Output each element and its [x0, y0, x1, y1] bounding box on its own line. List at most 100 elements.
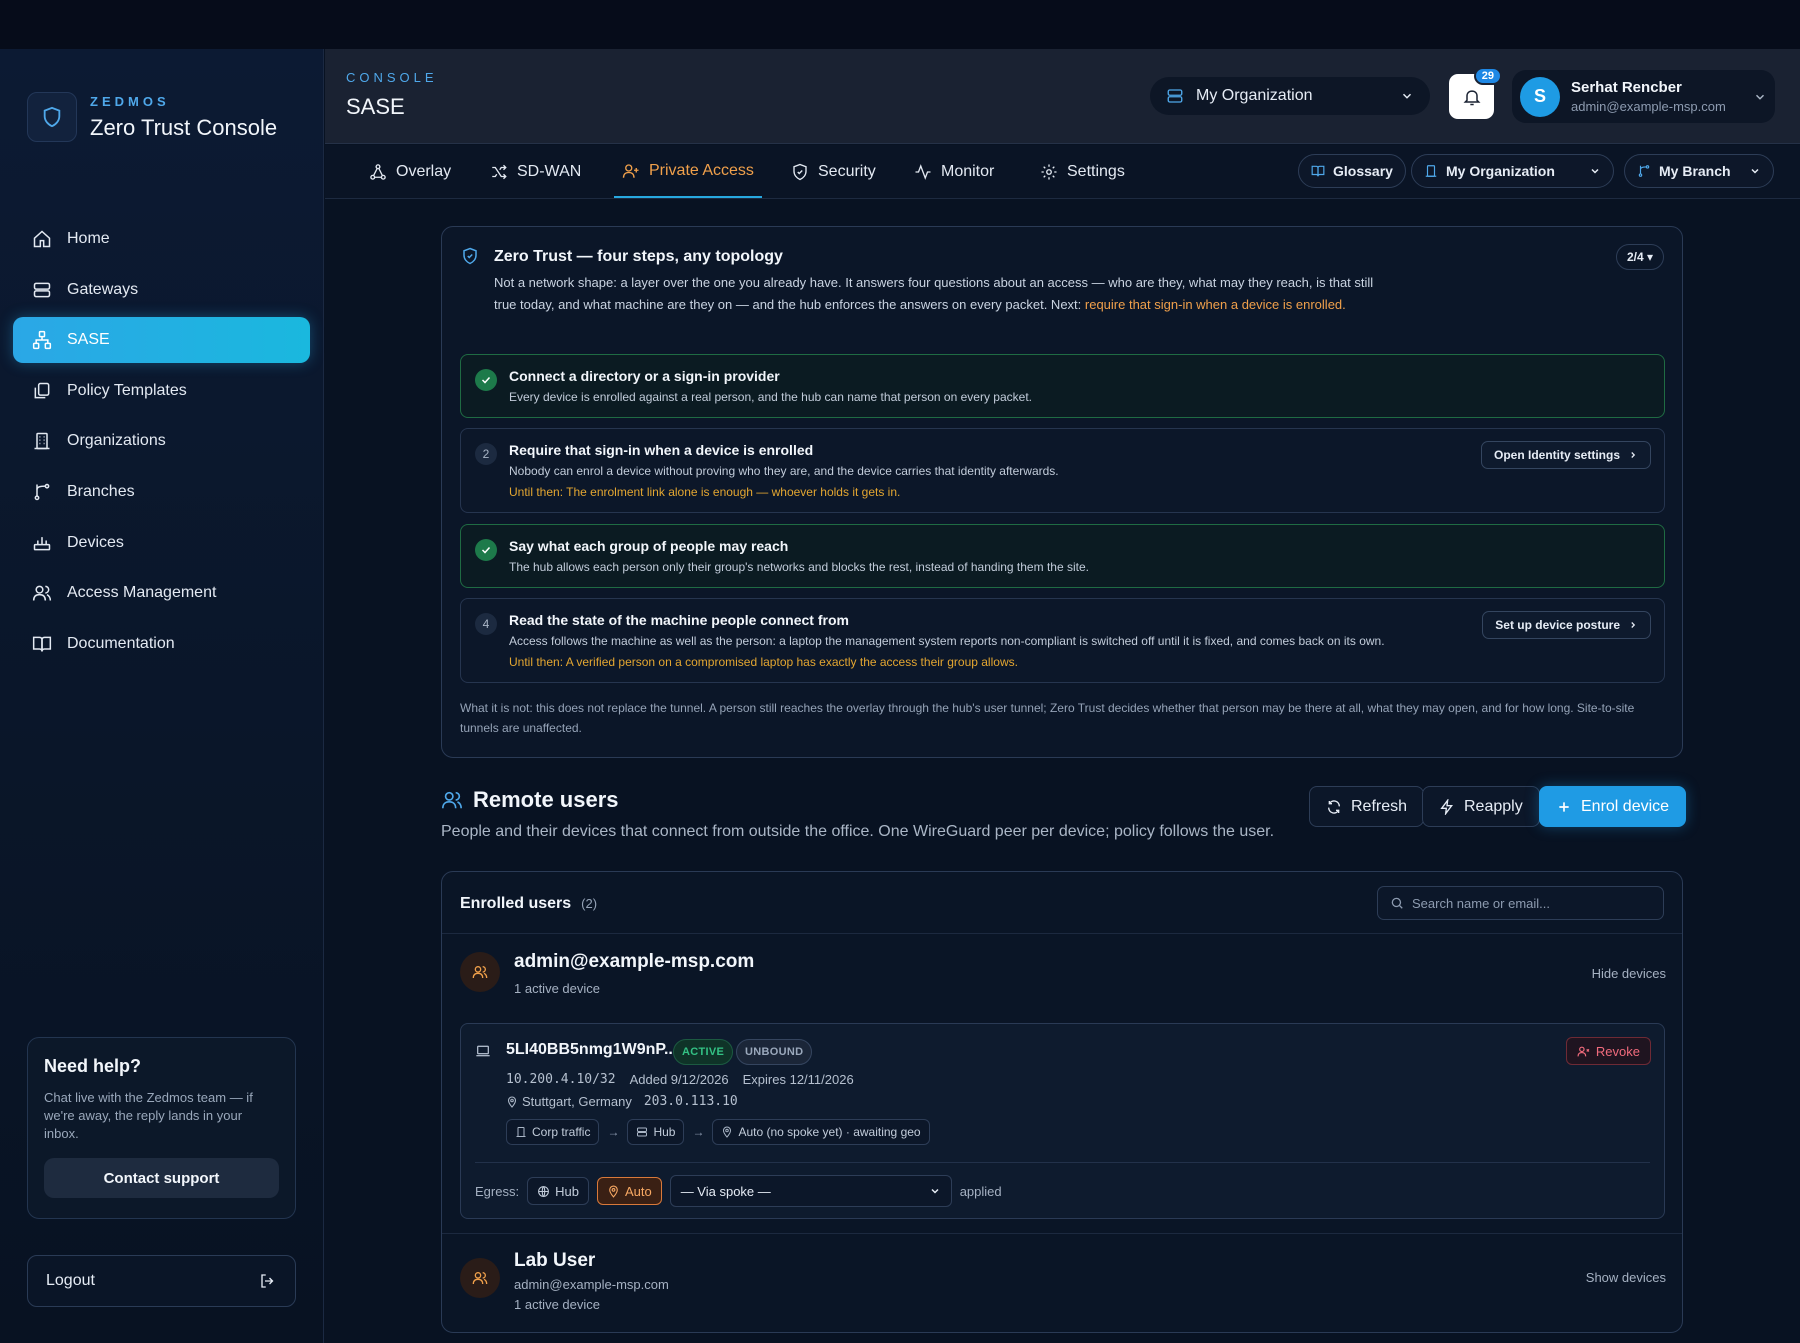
- flow-egress-label: Auto (no spoke yet) · awaiting geo: [738, 1125, 921, 1139]
- organization-filter[interactable]: My Organization: [1411, 154, 1614, 188]
- organization-select-label: My Organization: [1196, 87, 1313, 104]
- branch-icon: [31, 481, 53, 503]
- sidebar-item-branches[interactable]: Branches: [13, 469, 310, 515]
- user-name: admin@example-msp.com: [514, 951, 755, 972]
- organization-select[interactable]: My Organization: [1150, 77, 1430, 115]
- user-name: Serhat Rencber: [1571, 79, 1682, 96]
- step-title: Read the state of the machine people con…: [509, 612, 849, 628]
- building-icon: [1424, 164, 1438, 178]
- users-icon: [31, 582, 53, 604]
- egress-hub-option[interactable]: Hub: [527, 1177, 589, 1205]
- chevron-down-icon: [929, 1185, 941, 1197]
- revoke-label: Revoke: [1595, 1043, 1640, 1059]
- glossary-button[interactable]: Glossary: [1298, 154, 1406, 188]
- step-number: 2: [475, 443, 497, 465]
- zero-trust-next-step-link[interactable]: require that sign-in when a device is en…: [1085, 297, 1346, 312]
- chevron-down-icon: [1589, 165, 1601, 177]
- arrow-right-icon: →: [692, 1125, 705, 1139]
- help-title: Need help?: [44, 1056, 142, 1076]
- sidebar-item-documentation[interactable]: Documentation: [13, 621, 310, 667]
- activity-icon: [914, 163, 932, 181]
- sidebar-item-label: Policy Templates: [67, 381, 187, 399]
- revoke-button[interactable]: Revoke: [1565, 1037, 1651, 1065]
- search-box: [1377, 886, 1664, 920]
- sidebar-item-home[interactable]: Home: [13, 216, 310, 262]
- chevron-down-icon: [1753, 90, 1767, 104]
- users-icon: [441, 789, 463, 811]
- step-description: Nobody can enrol a device without provin…: [509, 464, 1059, 478]
- map-pin-icon: [607, 1185, 620, 1198]
- device-public-ip: 203.0.113.10: [643, 1094, 738, 1109]
- enrolled-users-label: Enrolled users: [460, 895, 572, 912]
- globe-icon: [537, 1185, 550, 1198]
- button-label: Open Identity settings: [1493, 448, 1620, 462]
- sidebar-item-access-management[interactable]: Access Management: [13, 570, 310, 616]
- sidebar-item-organizations[interactable]: Organizations: [13, 418, 310, 464]
- button-label: Set up device posture: [1495, 618, 1620, 632]
- step-description: The hub allows each person only their gr…: [509, 560, 1089, 574]
- enrol-device-label: Enrol device: [1581, 797, 1670, 815]
- reapply-button[interactable]: Reapply: [1422, 786, 1540, 827]
- chevron-right-icon: [1628, 450, 1638, 460]
- sidebar-item-sase[interactable]: SASE: [13, 317, 310, 364]
- sidebar-item-label: Documentation: [67, 634, 175, 652]
- sidebar-item-label: Branches: [67, 482, 135, 500]
- user-device-count: 1 active device: [514, 981, 600, 996]
- gear-icon: [1040, 163, 1058, 181]
- status-badge: ACTIVE: [673, 1039, 734, 1065]
- sidebar-item-gateways[interactable]: Gateways: [13, 267, 310, 313]
- remote-users-title: Remote users: [473, 787, 619, 812]
- set-up-device-posture-button[interactable]: Set up device posture: [1482, 611, 1651, 639]
- avatar: S: [1520, 76, 1560, 117]
- tab-bar: Overlay SD-WAN Private Access Security M…: [325, 145, 1800, 199]
- user-menu[interactable]: S Serhat Rencber admin@example-msp.com: [1512, 70, 1775, 123]
- tab-sd-wan[interactable]: SD-WAN: [482, 145, 589, 198]
- remote-users-subtitle: People and their devices that connect fr…: [441, 823, 1275, 840]
- lightning-icon: [1439, 798, 1455, 815]
- contact-support-button[interactable]: Contact support: [44, 1158, 279, 1198]
- search-input[interactable]: [1412, 895, 1642, 911]
- tab-security[interactable]: Security: [783, 145, 884, 198]
- show-devices-toggle[interactable]: Show devices: [1586, 1270, 1666, 1285]
- sidebar-item-devices[interactable]: Devices: [13, 520, 310, 566]
- egress-auto-option[interactable]: Auto: [596, 1177, 662, 1205]
- logout-button[interactable]: Logout: [27, 1255, 296, 1307]
- step-title: Connect a directory or a sign-in provide…: [509, 368, 780, 384]
- notification-count-badge: 29: [1473, 67, 1502, 85]
- tab-settings[interactable]: Settings: [1032, 145, 1133, 198]
- device-expires: Expires 12/11/2026: [742, 1072, 854, 1087]
- device-added: Added 9/12/2026: [629, 1072, 729, 1087]
- step-item: 4 Read the state of the machine people c…: [460, 598, 1665, 683]
- building-icon: [31, 430, 53, 452]
- book-icon: [1311, 164, 1325, 178]
- server-icon: [31, 279, 53, 301]
- flow-hub-label: Hub: [653, 1125, 676, 1139]
- branch-filter[interactable]: My Branch: [1624, 154, 1774, 188]
- via-spoke-select[interactable]: — Via spoke —: [669, 1175, 952, 1207]
- user-avatar-icon: [460, 952, 500, 992]
- zero-trust-title: Zero Trust — four steps, any topology: [494, 248, 783, 265]
- check-icon: [475, 539, 497, 561]
- tab-monitor[interactable]: Monitor: [906, 145, 1002, 198]
- server-icon: [636, 1126, 648, 1138]
- step-counter-dropdown[interactable]: 2/4 ▾: [1615, 244, 1664, 270]
- reapply-label: Reapply: [1464, 797, 1523, 815]
- sidebar-item-policy-templates[interactable]: Policy Templates: [13, 368, 310, 414]
- refresh-button[interactable]: Refresh: [1309, 786, 1425, 827]
- user-device-count: 1 active device: [514, 1297, 600, 1312]
- zero-trust-card: Zero Trust — four steps, any topology No…: [441, 226, 1683, 758]
- search-icon: [1390, 896, 1404, 910]
- overlay-icon: [369, 163, 387, 181]
- enrolled-users-card: Enrolled users (2) admin@example-msp.com …: [441, 871, 1683, 1333]
- tab-private-access[interactable]: Private Access: [614, 145, 762, 198]
- sidebar-item-label: SASE: [67, 331, 110, 349]
- hide-devices-toggle[interactable]: Hide devices: [1592, 966, 1666, 981]
- arrow-right-icon: →: [607, 1125, 620, 1139]
- notifications-button[interactable]: 29: [1449, 67, 1502, 119]
- tab-label: Private Access: [649, 161, 754, 179]
- open-identity-settings-button[interactable]: Open Identity settings: [1480, 441, 1651, 469]
- enrol-device-button[interactable]: Enrol device: [1539, 786, 1687, 827]
- tab-overlay[interactable]: Overlay: [361, 145, 459, 198]
- sidebar-item-label: Home: [67, 230, 110, 247]
- step-title: Say what each group of people may reach: [509, 538, 789, 554]
